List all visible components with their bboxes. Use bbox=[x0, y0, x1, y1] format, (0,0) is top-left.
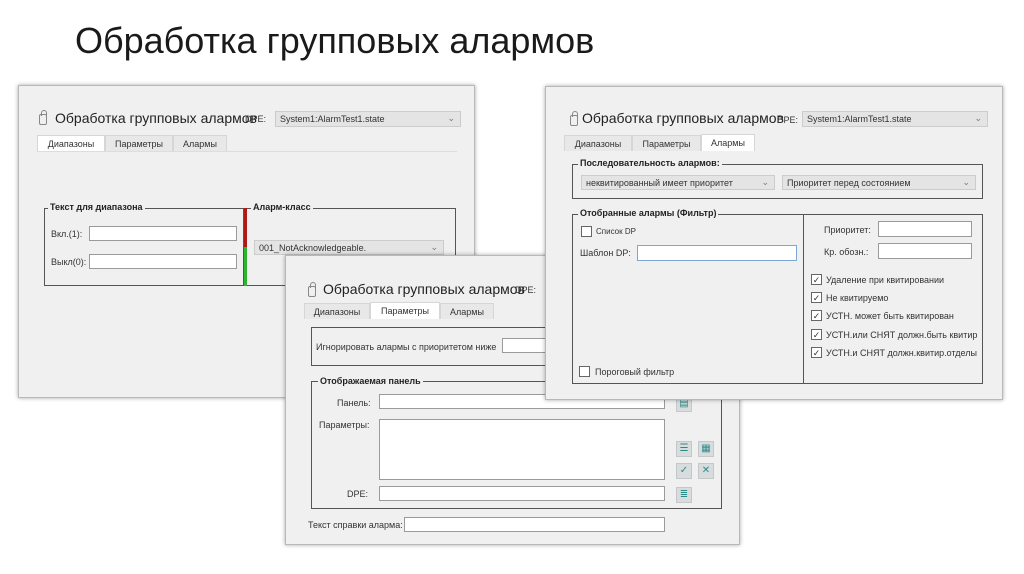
sequence-select-1[interactable]: неквитированный имеет приоритет ⌄ bbox=[581, 175, 775, 190]
check-delete-on-ack[interactable]: ✓ bbox=[811, 274, 822, 285]
params-textarea[interactable] bbox=[379, 419, 665, 480]
alarm-class-select[interactable]: 001_NotAcknowledgeable. ⌄ bbox=[254, 240, 444, 255]
dialog-title: Обработка групповых алармов bbox=[323, 281, 525, 297]
filter-title: Отобранные алармы (Фильтр) bbox=[578, 208, 719, 218]
check-icon[interactable]: ✓ bbox=[676, 463, 692, 479]
check-came-and-went[interactable]: ✓ bbox=[811, 347, 822, 358]
sequence-value-1: неквитированный имеет приоритет bbox=[586, 178, 733, 188]
dpe-param-input[interactable] bbox=[379, 486, 665, 501]
dialog-title: Обработка групповых алармов bbox=[582, 110, 784, 126]
dp-list-checkbox[interactable] bbox=[581, 226, 592, 237]
lock-icon bbox=[39, 110, 47, 125]
help-text-label: Текст справки аларма: bbox=[308, 520, 403, 530]
priority-input[interactable] bbox=[878, 221, 972, 237]
lock-icon bbox=[308, 282, 316, 297]
dpe-label: DPE: bbox=[245, 114, 267, 124]
tab-params[interactable]: Параметры bbox=[632, 135, 701, 151]
lock-icon bbox=[570, 111, 578, 126]
dpe-label: DPE: bbox=[777, 115, 799, 125]
params-label: Параметры: bbox=[319, 420, 370, 430]
dpe-param-label: DPE: bbox=[347, 489, 369, 499]
priority-label: Приоритет: bbox=[824, 225, 871, 235]
short-sign-label: Кр. обозн.: bbox=[824, 247, 869, 257]
tab-ranges[interactable]: Диапазоны bbox=[304, 303, 370, 319]
dpe-select[interactable]: System1:AlarmTest1.state ⌄ bbox=[802, 111, 988, 127]
sequence-title: Последовательность алармов: bbox=[578, 158, 722, 168]
check-label: УСТН. может быть квитирован bbox=[826, 311, 954, 321]
check-came-or-went[interactable]: ✓ bbox=[811, 329, 822, 340]
threshold-label: Пороговый фильтр bbox=[595, 367, 675, 377]
short-sign-input[interactable] bbox=[878, 243, 972, 259]
close-icon[interactable]: ✕ bbox=[698, 463, 714, 479]
dp-list-label: Список DP bbox=[596, 227, 636, 236]
insert-table-icon[interactable]: ▦ bbox=[698, 441, 714, 457]
dialog-alarms: Обработка групповых алармов DPE: System1… bbox=[545, 86, 1003, 400]
tab-alarms[interactable]: Алармы bbox=[440, 303, 494, 319]
tab-alarms[interactable]: Алармы bbox=[173, 135, 227, 151]
alarm-class-title: Аларм-класс bbox=[251, 202, 313, 212]
chevron-down-icon: ⌄ bbox=[761, 177, 769, 187]
dpe-tree-icon[interactable]: ≣ bbox=[676, 487, 692, 503]
chevron-down-icon: ⌄ bbox=[430, 242, 438, 252]
alarm-class-value: 001_NotAcknowledgeable. bbox=[259, 243, 367, 253]
check-came-ackable[interactable]: ✓ bbox=[811, 310, 822, 321]
check-label: Не квитируемо bbox=[826, 293, 889, 303]
on-text-input[interactable] bbox=[89, 226, 237, 241]
sequence-select-2[interactable]: Приоритет перед состоянием ⌄ bbox=[782, 175, 976, 190]
chevron-down-icon: ⌄ bbox=[962, 177, 970, 187]
dpe-label: DPE: bbox=[515, 285, 537, 295]
check-not-ackable[interactable]: ✓ bbox=[811, 292, 822, 303]
insert-row-icon[interactable]: ☰ bbox=[676, 441, 692, 457]
tab-ranges[interactable]: Диапазоны bbox=[37, 135, 105, 151]
ignore-label: Игнорировать алармы с приоритетом ниже bbox=[316, 342, 497, 352]
check-label: УСТН.или СНЯТ должн.быть квитир bbox=[826, 330, 978, 340]
filter-group bbox=[572, 214, 983, 384]
dpe-value: System1:AlarmTest1.state bbox=[807, 114, 912, 124]
dpe-value: System1:AlarmTest1.state bbox=[280, 114, 385, 124]
dialog-title: Обработка групповых алармов bbox=[55, 110, 257, 126]
check-label: УСТН.и СНЯТ должн.квитир.отделы bbox=[826, 348, 977, 358]
panel-label: Панель: bbox=[337, 398, 371, 408]
chevron-down-icon: ⌄ bbox=[447, 113, 455, 123]
dpe-select[interactable]: System1:AlarmTest1.state ⌄ bbox=[275, 111, 461, 127]
on-label: Вкл.(1): bbox=[51, 229, 83, 239]
display-panel-title: Отображаемая панель bbox=[318, 376, 423, 386]
tab-params[interactable]: Параметры bbox=[370, 302, 440, 319]
sequence-value-2: Приоритет перед состоянием bbox=[787, 178, 911, 188]
dp-pattern-input[interactable] bbox=[637, 245, 797, 261]
threshold-checkbox[interactable] bbox=[579, 366, 590, 377]
slide-title: Обработка групповых алармов bbox=[75, 20, 595, 61]
help-text-input[interactable] bbox=[404, 517, 665, 532]
check-label: Удаление при квитировании bbox=[826, 275, 945, 285]
tab-ranges[interactable]: Диапазоны bbox=[564, 135, 632, 151]
tab-params[interactable]: Параметры bbox=[105, 135, 173, 151]
off-label: Выкл(0): bbox=[51, 257, 87, 267]
range-text-group bbox=[44, 208, 244, 286]
tab-alarms[interactable]: Алармы bbox=[701, 134, 755, 151]
off-text-input[interactable] bbox=[89, 254, 237, 269]
range-text-title: Текст для диапазона bbox=[48, 202, 145, 212]
chevron-down-icon: ⌄ bbox=[974, 113, 982, 123]
dp-pattern-label: Шаблон DP: bbox=[580, 248, 631, 258]
